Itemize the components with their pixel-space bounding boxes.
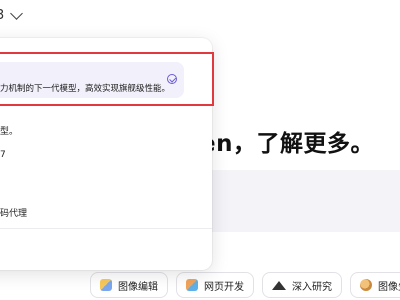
chevron-down-icon	[10, 6, 24, 20]
web-dev-icon	[186, 279, 198, 291]
model-selector-label: 3	[0, 7, 5, 23]
model-selector-trigger[interactable]: 3	[0, 4, 24, 26]
chip-web-dev[interactable]: 网页开发	[176, 272, 254, 298]
graduation-cap-icon	[272, 280, 286, 290]
chip-label: 图像编辑	[118, 281, 158, 293]
quick-actions: 图像编辑 网页开发 深入研究 图像生成 更	[90, 272, 400, 298]
image-gen-icon	[360, 279, 372, 291]
dropdown-divider	[0, 228, 212, 229]
chip-label: 深入研究	[292, 281, 332, 293]
chip-label: 图像生成	[378, 281, 400, 293]
highlight-annotation	[0, 52, 214, 106]
image-edit-icon	[100, 279, 112, 291]
chip-image-edit[interactable]: 图像编辑	[90, 272, 168, 298]
model-option[interactable]: 型。	[0, 124, 18, 137]
chip-image-gen[interactable]: 图像生成	[350, 272, 400, 298]
model-option[interactable]: 码代理	[0, 206, 27, 219]
chip-deep-research[interactable]: 深入研究	[262, 272, 342, 298]
page: 3 en，了解更多。 图像编辑 网页开发 深入研究 图像生成 更 力机制的下一代…	[0, 0, 400, 300]
model-option[interactable]: 7	[0, 150, 6, 160]
welcome-heading: en，了解更多。	[200, 131, 374, 157]
chip-label: 网页开发	[204, 281, 244, 293]
